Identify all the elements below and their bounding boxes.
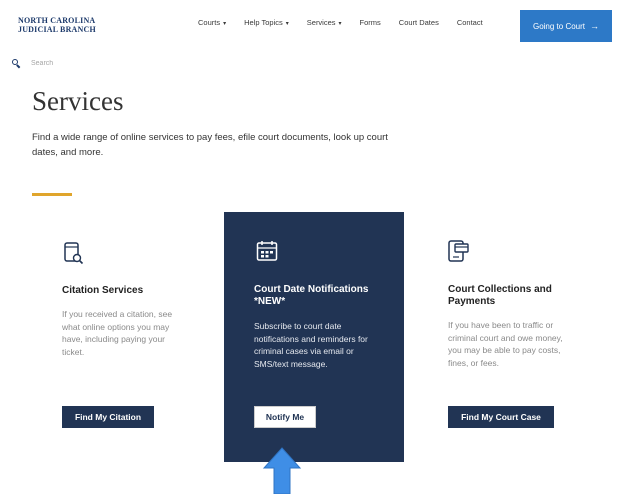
chevron-down-icon: ▾ [338,21,342,27]
citation-document-icon [64,242,84,271]
card-description: Subscribe to court date notifications an… [254,321,368,369]
nav-courts[interactable]: Courts ▾ [198,18,226,27]
card-court-date-notifications: Court Date Notifications *NEW* Subscribe… [224,212,404,462]
page-title: Services [32,86,124,116]
main-nav: Courts ▾ Help Topics ▾ Services ▾ Forms Cou… [198,18,501,27]
chevron-down-icon: ▾ [223,21,227,27]
nav-services-label: Services [306,18,336,27]
nav-help-topics[interactable]: Help Topics ▾ [244,18,289,27]
notify-me-button[interactable]: Notify Me [254,406,316,428]
search-bar [12,59,151,69]
chevron-down-icon: ▾ [285,21,289,27]
find-my-court-case-button[interactable]: Find My Court Case [448,406,554,428]
find-my-citation-button[interactable]: Find My Citation [62,406,154,428]
nav-help-topics-label: Help Topics [244,18,283,27]
search-input[interactable] [31,60,151,67]
payment-device-icon [448,240,470,269]
calendar-icon [256,240,278,267]
card-description: If you have been to traffic or criminal … [448,320,563,368]
card-title: Citation Services [62,285,144,296]
accent-divider [32,193,72,196]
site-header: NORTH CAROLINA JUDICIAL BRANCH Courts ▾ H… [0,0,620,48]
page-intro: Find a wide range of online services to … [32,132,388,158]
nav-services[interactable]: Services ▾ [307,18,342,27]
card-description: If you received a citation, see what onl… [62,309,173,357]
logo-line-1: NORTH CAROLINA [18,16,96,25]
nav-court-dates[interactable]: Court Dates [399,18,439,27]
nav-contact[interactable]: Contact [457,18,483,27]
card-title: Court Date Notifications *NEW* [254,284,369,307]
nav-forms[interactable]: Forms [360,18,381,27]
annotation-arrow-up-icon [262,446,302,494]
going-to-court-button[interactable]: Going to Court → [520,10,612,42]
nav-courts-label: Courts [198,18,221,27]
logo-line-2: JUDICIAL BRANCH [18,25,96,34]
search-icon[interactable] [12,59,21,69]
arrow-right-icon: → [590,21,600,31]
card-title: Court Collections and Payments [448,284,552,307]
site-logo[interactable]: NORTH CAROLINA JUDICIAL BRANCH [18,16,96,34]
going-to-court-label: Going to Court [532,21,586,31]
